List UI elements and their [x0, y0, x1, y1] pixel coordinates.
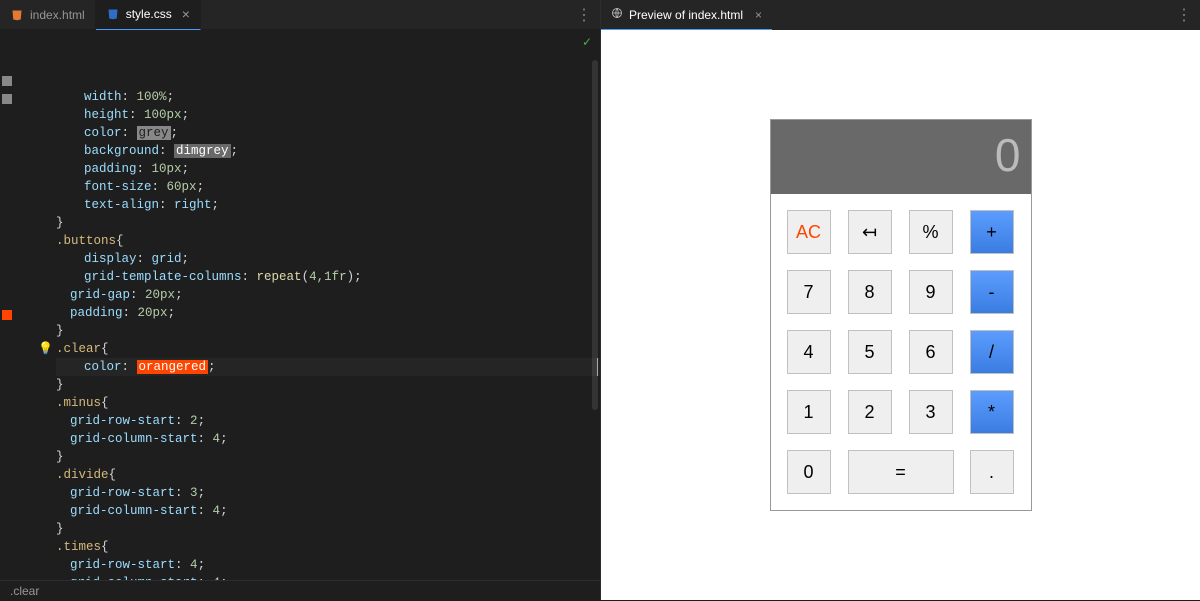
preview-tab-bar: Preview of index.html × ⋮	[601, 0, 1200, 30]
gutter-markers	[0, 30, 14, 580]
calc-button-2[interactable]: 2	[848, 390, 892, 434]
code-line[interactable]: display: grid;	[56, 250, 600, 268]
calc-button-3[interactable]: 3	[909, 390, 953, 434]
line-number-gutter	[14, 30, 56, 580]
code-line[interactable]: .buttons{	[56, 232, 600, 250]
code-line[interactable]: grid-gap: 20px;	[56, 286, 600, 304]
calculator-app: 0 AC ↤% +789- 456 / 123 * 0 =.	[770, 119, 1032, 511]
calc-button-=[interactable]: =	[848, 450, 954, 494]
code-line[interactable]: grid-column-start: 4;	[56, 502, 600, 520]
code-line[interactable]: }	[56, 322, 600, 340]
code-editor-panel: index.html style.css × ⋮ ✓ width: 100%;h…	[0, 0, 600, 600]
code-line[interactable]: grid-column-start: 4;	[56, 574, 600, 580]
calc-button-.[interactable]: .	[970, 450, 1014, 494]
calc-button-8[interactable]: 8	[848, 270, 892, 314]
html-file-icon	[10, 8, 24, 22]
globe-icon	[611, 7, 623, 22]
code-line[interactable]: 💡.clear{	[56, 340, 600, 358]
preview-overflow-menu[interactable]: ⋮	[1168, 5, 1200, 25]
tab-label: style.css	[126, 7, 172, 21]
vertical-scrollbar[interactable]	[590, 30, 600, 580]
code-line[interactable]: }	[56, 214, 600, 232]
tab-preview[interactable]: Preview of index.html ×	[601, 0, 772, 30]
code-line[interactable]: background: dimgrey;	[56, 142, 600, 160]
code-line[interactable]: }	[56, 448, 600, 466]
close-icon[interactable]: ×	[755, 8, 762, 22]
calc-button-6[interactable]: 6	[909, 330, 953, 374]
calc-button-backspace[interactable]: ↤	[848, 210, 892, 254]
code-line[interactable]: width: 100%;	[56, 88, 600, 106]
calculator-button-grid: AC ↤% +789- 456 / 123 * 0 =.	[771, 194, 1031, 510]
tab-index-html[interactable]: index.html	[0, 0, 96, 30]
code-line[interactable]: grid-row-start: 2;	[56, 412, 600, 430]
calc-button-9[interactable]: 9	[909, 270, 953, 314]
calc-button-+[interactable]: +	[970, 210, 1014, 254]
breadcrumb[interactable]: .clear	[10, 584, 39, 598]
code-line[interactable]: font-size: 60px;	[56, 178, 600, 196]
scrollbar-thumb[interactable]	[592, 60, 598, 410]
calc-button-ac[interactable]: AC	[787, 210, 831, 254]
code-line[interactable]: padding: 10px;	[56, 160, 600, 178]
code-line[interactable]: grid-column-start: 4;	[56, 430, 600, 448]
preview-panel: Preview of index.html × ⋮ 0 AC ↤% +789- 456…	[600, 0, 1200, 600]
gutter-color-swatch-orangered	[2, 310, 12, 320]
lightbulb-icon[interactable]: 💡	[38, 340, 53, 358]
editor-tab-bar: index.html style.css × ⋮	[0, 0, 600, 30]
code-line[interactable]: }	[56, 520, 600, 538]
preview-viewport: 0 AC ↤% +789- 456 / 123 * 0 =.	[601, 30, 1200, 600]
code-line[interactable]: color: grey;	[56, 124, 600, 142]
tab-overflow-menu[interactable]: ⋮	[568, 5, 600, 25]
code-text-area[interactable]: ✓ width: 100%;height: 100px;color: grey;…	[56, 30, 600, 580]
css-file-icon	[106, 7, 120, 21]
calc-button--[interactable]: -	[970, 270, 1014, 314]
code-line[interactable]: height: 100px;	[56, 106, 600, 124]
tab-label: index.html	[30, 8, 85, 22]
calc-button-7[interactable]: 7	[787, 270, 831, 314]
gutter-color-swatch-dimgrey	[2, 94, 12, 104]
code-line[interactable]: grid-template-columns: repeat(4,1fr);	[56, 268, 600, 286]
calc-button-*[interactable]: *	[970, 390, 1014, 434]
code-line[interactable]: grid-row-start: 4;	[56, 556, 600, 574]
code-line[interactable]: padding: 20px;	[56, 304, 600, 322]
code-line[interactable]: .divide{	[56, 466, 600, 484]
calculator-display: 0	[771, 120, 1031, 194]
close-icon[interactable]: ×	[182, 6, 190, 22]
code-line[interactable]: }	[56, 376, 600, 394]
code-line[interactable]: text-align: right;	[56, 196, 600, 214]
code-line[interactable]: .minus{	[56, 394, 600, 412]
calc-button-0[interactable]: 0	[787, 450, 831, 494]
calc-button-4[interactable]: 4	[787, 330, 831, 374]
calc-button-1[interactable]: 1	[787, 390, 831, 434]
gutter-color-swatch-grey	[2, 76, 12, 86]
tab-style-css[interactable]: style.css ×	[96, 0, 201, 30]
editor-body[interactable]: ✓ width: 100%;height: 100px;color: grey;…	[0, 30, 600, 580]
status-bar: .clear	[0, 580, 600, 600]
preview-tab-label: Preview of index.html	[629, 8, 743, 22]
calc-button-%[interactable]: %	[909, 210, 953, 254]
code-line[interactable]: .times{	[56, 538, 600, 556]
code-line[interactable]: color: orangered;	[56, 358, 600, 376]
calc-button-/[interactable]: /	[970, 330, 1014, 374]
calc-button-5[interactable]: 5	[848, 330, 892, 374]
code-line[interactable]: grid-row-start: 3;	[56, 484, 600, 502]
